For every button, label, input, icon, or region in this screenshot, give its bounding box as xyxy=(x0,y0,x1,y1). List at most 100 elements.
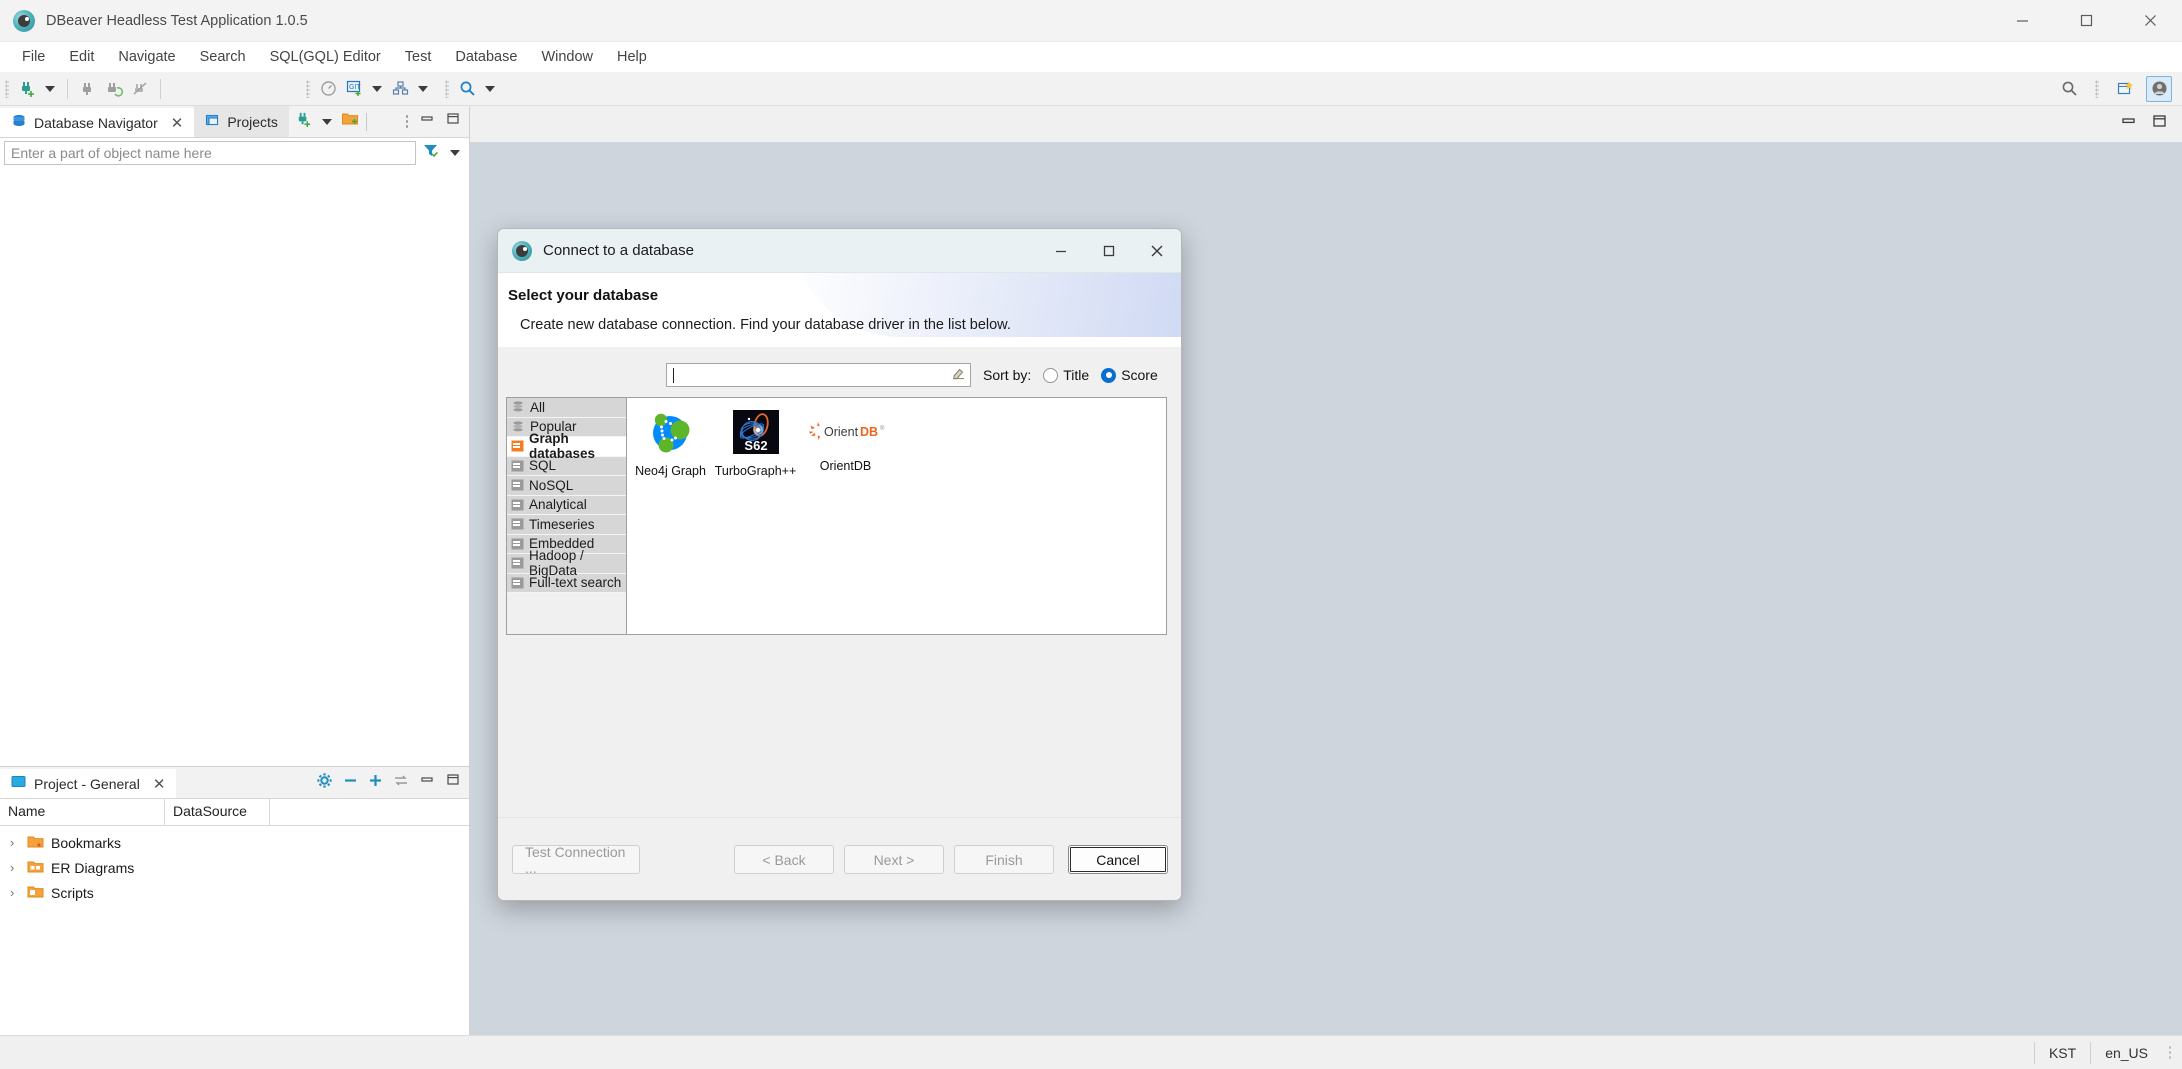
radio-button[interactable] xyxy=(1043,367,1059,383)
chevron-right-icon[interactable]: › xyxy=(10,835,20,850)
menu-sql-editor[interactable]: SQL(GQL) Editor xyxy=(258,46,393,68)
search-input[interactable]: Enter a part of object name here xyxy=(4,141,416,165)
toolbar-grip[interactable] xyxy=(5,79,9,98)
category-item-analytical[interactable]: Analytical xyxy=(507,495,626,515)
driver-search-input[interactable] xyxy=(666,363,971,387)
commit-icon[interactable] xyxy=(387,76,413,102)
maximize-view-icon[interactable] xyxy=(445,112,461,131)
next-button[interactable]: Next > xyxy=(844,845,944,874)
window-titlebar: DBeaver Headless Test Application 1.0.5 xyxy=(0,0,2182,42)
category-item-graph-databases[interactable]: Graph databases xyxy=(507,431,626,461)
new-folder-icon[interactable] xyxy=(341,110,359,133)
category-item-timeseries[interactable]: Timeseries xyxy=(507,515,626,535)
category-item-nosql[interactable]: NoSQL xyxy=(507,476,626,496)
commit-dropdown[interactable] xyxy=(418,85,428,92)
new-connection-icon[interactable] xyxy=(295,110,313,133)
maximize-icon[interactable] xyxy=(2054,0,2118,42)
filter-dropdown-icon[interactable] xyxy=(450,150,460,156)
driver-tile-neo4j-graph[interactable]: Neo4j Graph xyxy=(633,406,708,478)
sort-option-score[interactable]: Score xyxy=(1101,367,1158,383)
search-icon-right[interactable] xyxy=(2056,76,2082,102)
driver-tile-orientdb[interactable]: Orient DB ® OrientDB xyxy=(803,406,888,473)
dialog-window-controls xyxy=(1037,229,1181,273)
link-editor-icon[interactable] xyxy=(393,773,409,793)
maximize-editor-icon[interactable] xyxy=(2151,114,2168,134)
cancel-button[interactable]: Cancel xyxy=(1068,845,1168,874)
refresh-connection-icon[interactable] xyxy=(101,76,127,102)
tab-projects[interactable]: Projects xyxy=(194,106,289,137)
menu-database[interactable]: Database xyxy=(443,46,529,68)
disconnect-icon[interactable] xyxy=(127,76,153,102)
page-description: Create new database connection. Find you… xyxy=(520,317,1011,333)
configure-columns-icon[interactable] xyxy=(316,772,333,794)
chevron-right-icon[interactable]: › xyxy=(10,860,20,875)
close-icon[interactable] xyxy=(2118,0,2182,42)
new-window-icon[interactable] xyxy=(2112,76,2138,102)
category-item-full-text-search[interactable]: Full-text search xyxy=(507,573,626,593)
git-dropdown[interactable] xyxy=(372,85,382,92)
tab-database-navigator[interactable]: Database Navigator ✕ xyxy=(0,106,195,137)
list-item[interactable]: › Bookmarks xyxy=(0,830,469,855)
navigator-toolbar xyxy=(288,106,376,137)
git-icon[interactable]: GIT xyxy=(341,76,367,102)
expand-all-icon[interactable] xyxy=(368,773,383,793)
menu-edit[interactable]: Edit xyxy=(57,46,106,68)
maximize-view-icon[interactable] xyxy=(445,773,461,792)
menu-test[interactable]: Test xyxy=(393,46,444,68)
user-avatar-icon[interactable] xyxy=(2146,75,2172,102)
status-timezone: KST xyxy=(2033,1041,2090,1064)
menu-navigate[interactable]: Navigate xyxy=(106,46,187,68)
minimize-view-icon[interactable] xyxy=(419,773,435,792)
database-stack-icon xyxy=(511,420,525,434)
category-item-hadoop-bigdata[interactable]: Hadoop / BigData xyxy=(507,548,626,578)
driver-list[interactable]: Neo4j Graph S62 TurboGraph++ Orient DB ®… xyxy=(626,397,1167,635)
close-icon[interactable]: ✕ xyxy=(153,775,166,793)
eraser-icon[interactable] xyxy=(951,365,966,385)
minimize-editor-icon[interactable] xyxy=(2120,114,2137,134)
column-header-datasource[interactable]: DataSource xyxy=(165,799,270,825)
filter-icon[interactable] xyxy=(422,142,439,164)
category-item-all[interactable]: All xyxy=(507,398,626,418)
close-icon[interactable] xyxy=(1133,229,1181,273)
close-icon[interactable]: ✕ xyxy=(171,114,184,132)
back-button[interactable]: < Back xyxy=(734,845,834,874)
driver-tile-turbograph[interactable]: S62 TurboGraph++ xyxy=(715,406,796,478)
category-list[interactable]: All Popular Graph databases SQL NoSQL An… xyxy=(506,397,626,635)
list-item[interactable]: › ER Diagrams xyxy=(0,855,469,880)
toolbar-grip-4[interactable] xyxy=(2095,79,2099,98)
dashboard-icon[interactable] xyxy=(315,76,341,102)
minimize-icon[interactable] xyxy=(1990,0,2054,42)
new-connection-dropdown[interactable] xyxy=(321,118,332,125)
test-connection-button[interactable]: Test Connection ... xyxy=(512,844,640,876)
project-tree[interactable]: › Bookmarks › ER Diagrams › Scripts xyxy=(0,826,469,905)
column-header-name[interactable]: Name xyxy=(0,799,165,825)
menu-window[interactable]: Window xyxy=(529,46,605,68)
toolbar-grip-3[interactable] xyxy=(445,79,449,98)
new-connection-dropdown[interactable] xyxy=(45,85,55,92)
maximize-icon[interactable] xyxy=(1085,229,1133,273)
sort-option-title[interactable]: Title xyxy=(1043,367,1089,383)
driver-label: OrientDB xyxy=(819,459,872,473)
list-item[interactable]: › Scripts xyxy=(0,880,469,905)
navigator-tree[interactable] xyxy=(0,168,469,766)
menu-help[interactable]: Help xyxy=(605,46,659,68)
chevron-right-icon[interactable]: › xyxy=(10,885,20,900)
radio-button[interactable] xyxy=(1101,367,1117,383)
new-connection-icon[interactable] xyxy=(14,76,40,102)
search-dropdown[interactable] xyxy=(485,85,495,92)
minimize-icon[interactable] xyxy=(1037,229,1085,273)
category-icon xyxy=(511,518,524,530)
connect-icon[interactable] xyxy=(75,76,101,102)
view-menu-icon[interactable] xyxy=(405,113,409,130)
menu-file[interactable]: File xyxy=(10,46,57,68)
minimize-view-icon[interactable] xyxy=(419,112,435,131)
collapse-all-icon[interactable] xyxy=(343,773,358,793)
database-stack-icon xyxy=(511,400,525,414)
toolbar-grip-2[interactable] xyxy=(306,79,310,98)
menu-search[interactable]: Search xyxy=(188,46,258,68)
search-icon[interactable] xyxy=(454,76,480,102)
resize-grip[interactable] xyxy=(2168,1044,2172,1061)
finish-button[interactable]: Finish xyxy=(954,845,1054,874)
tab-project-general[interactable]: Project - General ✕ xyxy=(0,767,177,798)
category-icon xyxy=(511,479,524,491)
